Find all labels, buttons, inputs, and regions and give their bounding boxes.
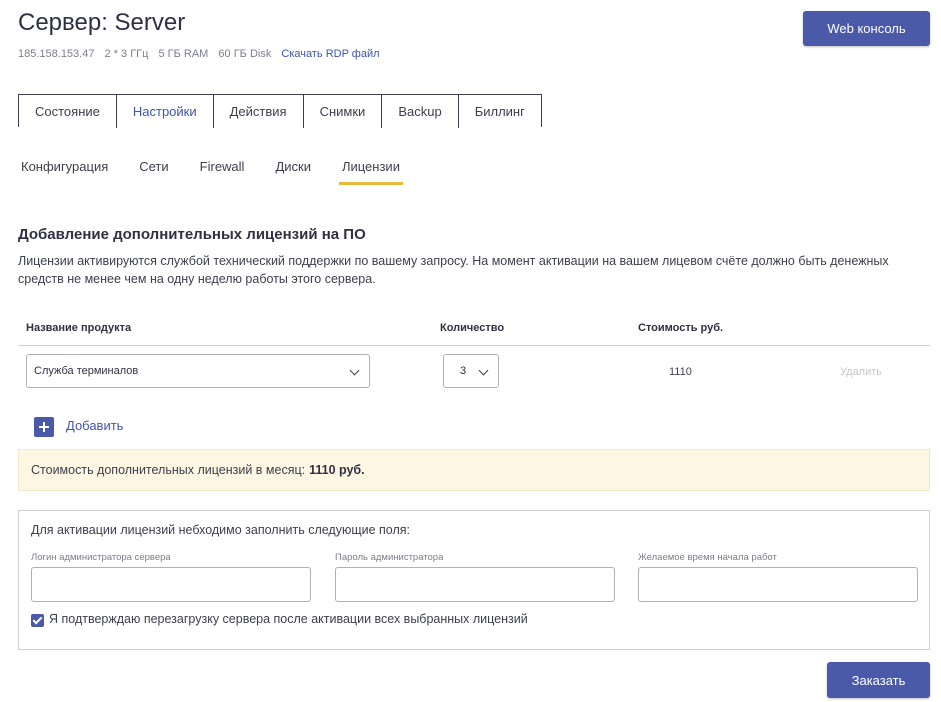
tab-status[interactable]: Состояние [19,95,117,128]
download-rdp-link[interactable]: Скачать RDP файл [281,48,379,60]
admin-password-label: Пароль администратора [335,552,444,563]
activation-panel: Для активации лицензий небходимо заполни… [18,510,930,650]
tab-actions[interactable]: Действия [213,95,304,128]
column-header-cost: Стоимость руб. [638,322,724,334]
admin-login-label: Логин администратора сервера [31,552,171,563]
row-cost-value: 1110 [669,366,692,378]
column-header-quantity: Количество [440,322,505,334]
start-time-input[interactable] [638,567,918,602]
subtab-licenses[interactable]: Лицензии [338,159,403,185]
subtab-configuration[interactable]: Конфигурация [21,159,108,183]
activation-title: Для активации лицензий небходимо заполни… [31,523,411,537]
tab-billing[interactable]: Биллинг [458,95,541,128]
licenses-info-text: Лицензии активируются службой технически… [18,254,889,286]
quantity-select-value: 3 [460,365,467,377]
column-header-product: Название продукта [26,322,132,334]
admin-login-input[interactable] [31,567,311,602]
tab-snapshots[interactable]: Снимки [303,95,383,128]
chevron-down-icon [478,365,489,376]
add-license-link[interactable]: Добавить [66,418,123,433]
subtab-firewall[interactable]: Firewall [200,159,245,183]
server-specs: 185.158.153.47 2 * 3 ГГц 5 ГБ RAM 60 ГБ … [18,48,387,60]
admin-password-input[interactable] [335,567,615,602]
server-cpu: 2 * 3 ГГц [104,48,149,60]
main-tabs: Состояние Настройки Действия Снимки Back… [18,94,542,128]
quantity-select[interactable]: 3 [443,354,499,388]
summary-value: 1110 руб. [309,463,365,477]
server-ip: 185.158.153.47 [18,48,95,60]
delete-row-link[interactable]: Удалить [840,366,882,378]
section-title: Добавление дополнительных лицензий на ПО [18,226,366,243]
table-header-divider [18,345,930,346]
server-ram: 5 ГБ RAM [158,48,209,60]
subtab-disks[interactable]: Диски [275,159,311,183]
chevron-down-icon [349,365,360,376]
settings-subtabs: Конфигурация Сети Firewall Диски Лицензи… [21,159,431,185]
order-button[interactable]: Заказать [827,662,930,698]
confirm-reboot-checkbox[interactable] [31,614,44,627]
web-console-button[interactable]: Web консоль [803,11,930,46]
product-select-value: Служба терминалов [34,365,139,377]
plus-icon[interactable] [34,417,54,437]
summary-label: Стоимость дополнительных лицензий в меся… [31,463,306,477]
confirm-reboot-label[interactable]: Я подтверждаю перезагрузку сервера после… [49,612,528,626]
subtab-networks[interactable]: Сети [139,159,168,183]
start-time-label: Желаемое время начала работ [638,552,777,563]
page-title: Сервер: Server [18,9,186,36]
monthly-cost-summary: Стоимость дополнительных лицензий в меся… [18,449,930,491]
tab-backup[interactable]: Backup [382,95,459,128]
server-disk: 60 ГБ Disk [218,48,272,60]
product-select[interactable]: Служба терминалов [26,354,370,388]
tab-settings[interactable]: Настройки [116,95,214,128]
